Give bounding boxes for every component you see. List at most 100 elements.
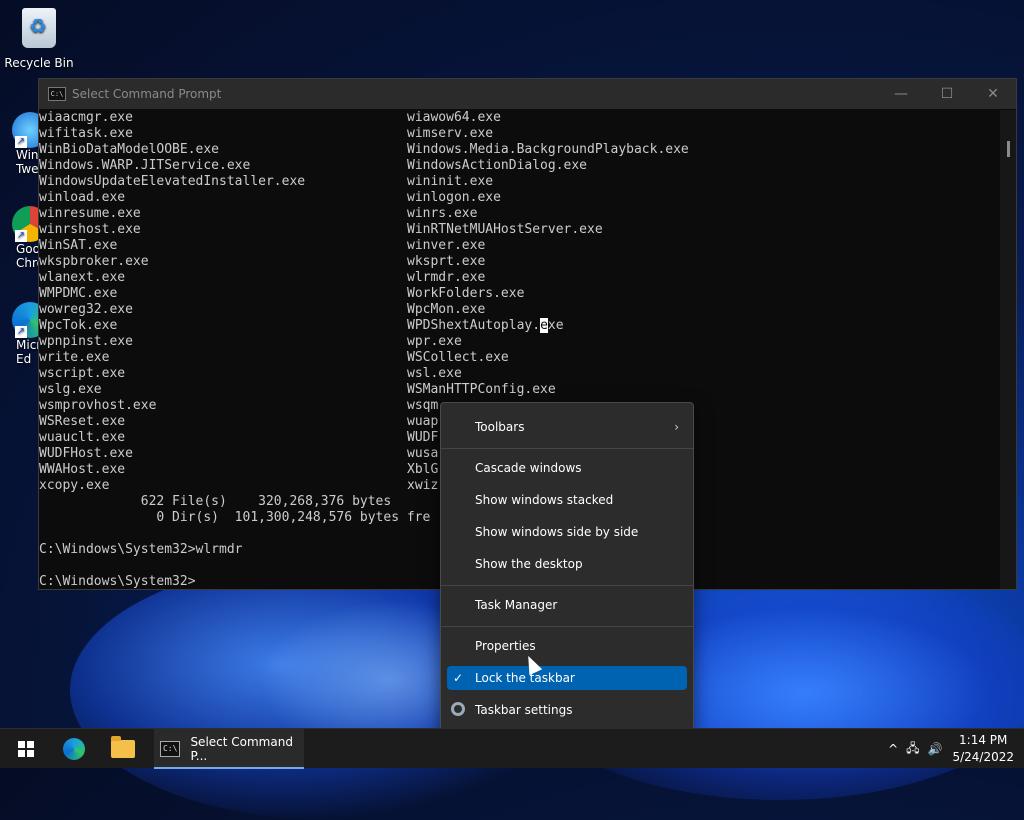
command-prompt-icon: C:\ — [160, 741, 181, 757]
menu-item-taskbar-settings[interactable]: Taskbar settings — [447, 698, 687, 722]
taskbar-edge-button[interactable] — [52, 729, 96, 769]
menu-item-label: Show windows side by side — [475, 525, 639, 539]
checkmark-icon: ✓ — [453, 671, 464, 685]
menu-item-show-windows-side-by-side[interactable]: Show windows side by side — [447, 520, 687, 544]
console-line: wslg.exe WSManHTTPConfig.exe — [39, 382, 1000, 398]
console-cell: wifitask.exe — [39, 126, 133, 141]
console-cell: wowreg32.exe — [39, 302, 133, 317]
console-cell: WindowsActionDialog.exe — [407, 158, 588, 173]
console-cell: wlanext.exe — [39, 270, 126, 285]
console-selection-cursor: e — [540, 318, 548, 333]
console-line: Windows.WARP.JITService.exe WindowsAction… — [39, 158, 1000, 174]
console-line: WinBioDataModelOOBE.exe Windows.Media.Bac… — [39, 142, 1000, 158]
volume-icon[interactable]: 🔊 — [928, 742, 943, 756]
start-button[interactable] — [8, 729, 44, 769]
console-cell: wininit.exe — [407, 174, 494, 189]
scrollbar-thumb[interactable] — [1007, 141, 1010, 157]
menu-item-label: Show the desktop — [475, 557, 583, 571]
console-line: wlanext.exe wlrmdr.exe — [39, 270, 1000, 286]
taskbar-app-label: Select Command P... — [190, 735, 293, 763]
menu-item-show-desktop[interactable]: Show the desktop — [447, 552, 687, 576]
recycle-bin-label: Recycle Bin — [4, 56, 74, 70]
shortcut-arrow-icon: ↗ — [15, 230, 27, 242]
console-cell: wsmprovhost.exe — [39, 398, 157, 413]
clock[interactable]: 1:14 PM 5/24/2022 — [952, 732, 1014, 766]
menu-item-toolbars[interactable]: Toolbars › — [447, 415, 687, 439]
console-cell: wimserv.exe — [407, 126, 494, 141]
console-cell: Windows.WARP.JITService.exe — [39, 158, 251, 173]
console-cell: winrs.exe — [407, 206, 478, 221]
taskbar-context-menu: Toolbars › Cascade windows Show windows … — [440, 402, 694, 734]
menu-item-label: Properties — [475, 639, 536, 653]
taskbar-command-prompt-button[interactable]: C:\ Select Command P... — [154, 729, 304, 769]
console-line: write.exe WSCollect.exe — [39, 350, 1000, 366]
windows-logo-icon — [18, 741, 34, 757]
console-cell: wiaacmgr.exe — [39, 110, 133, 125]
console-cell: wpr.exe — [407, 334, 462, 349]
menu-item-show-windows-stacked[interactable]: Show windows stacked — [447, 488, 687, 512]
console-scrollbar[interactable] — [1000, 110, 1016, 589]
console-line: wifitask.exe wimserv.exe — [39, 126, 1000, 142]
close-button[interactable]: ✕ — [970, 79, 1016, 109]
edge-icon — [63, 738, 85, 760]
console-cell: WSManHTTPConfig.exe — [407, 382, 556, 397]
console-cell: WSCollect.exe — [407, 350, 509, 365]
menu-item-label: Taskbar settings — [475, 703, 573, 717]
console-line: winload.exe winlogon.exe — [39, 190, 1000, 206]
console-cell: WorkFolders.exe — [407, 286, 525, 301]
network-icon[interactable]: 🖧 — [906, 739, 919, 760]
recycle-bin[interactable]: Recycle Bin — [1, 8, 77, 70]
console-cell: WpcTok.exe — [39, 318, 118, 333]
shortcut-arrow-icon: ↗ — [15, 136, 27, 148]
console-cell: winlogon.exe — [407, 190, 501, 205]
console-cell: wslg.exe — [39, 382, 102, 397]
minimize-button[interactable]: — — [878, 79, 924, 109]
console-cell: wpnpinst.exe — [39, 334, 133, 349]
console-cell: WSReset.exe — [39, 414, 126, 429]
recycle-bin-icon — [19, 8, 59, 52]
console-line: WindowsUpdateElevatedInstaller.exe winini… — [39, 174, 1000, 190]
taskbar[interactable]: C:\ Select Command P... ^ 🖧 🔊 1:14 PM 5/… — [0, 728, 1024, 769]
console-line: wowreg32.exe WpcMon.exe — [39, 302, 1000, 318]
window-title: Select Command Prompt — [72, 87, 222, 101]
console-cell: WinBioDataModelOOBE.exe — [39, 142, 220, 157]
console-cell: WinRTNetMUAHostServer.exe — [407, 222, 603, 237]
console-cell: wsl.exe — [407, 366, 462, 381]
taskbar-file-explorer-button[interactable] — [100, 729, 146, 769]
clock-time: 1:14 PM — [959, 733, 1008, 747]
menu-item-lock-taskbar[interactable]: ✓ Lock the taskbar — [447, 666, 687, 690]
menu-item-cascade-windows[interactable]: Cascade windows — [447, 456, 687, 480]
maximize-button[interactable]: ☐ — [924, 79, 970, 109]
console-cell: Windows.Media.BackgroundPlayback.exe — [407, 142, 689, 157]
menu-item-label: Cascade windows — [475, 461, 582, 475]
shortcut-arrow-icon: ↗ — [15, 326, 27, 338]
menu-item-label: Lock the taskbar — [475, 671, 575, 685]
console-cell: xcopy.exe — [39, 478, 110, 493]
console-line: wkspbroker.exe wksprt.exe — [39, 254, 1000, 270]
console-cell: WMPDMC.exe — [39, 286, 118, 301]
chevron-up-icon[interactable]: ^ — [888, 742, 898, 756]
console-cell: WinSAT.exe — [39, 238, 118, 253]
clock-date: 5/24/2022 — [952, 750, 1014, 764]
console-cell: wksprt.exe — [407, 254, 486, 269]
menu-separator — [441, 626, 693, 627]
console-cell: WWAHost.exe — [39, 462, 126, 477]
menu-item-task-manager[interactable]: Task Manager — [447, 593, 687, 617]
console-cell: wuauclt.exe — [39, 430, 126, 445]
console-cell: write.exe — [39, 350, 110, 365]
chevron-right-icon: › — [674, 420, 679, 434]
console-line: wpnpinst.exe wpr.exe — [39, 334, 1000, 350]
system-tray: ^ 🖧 🔊 1:14 PM 5/24/2022 — [884, 729, 1024, 769]
console-cell: wlrmdr.exe — [407, 270, 486, 285]
console-cell: winrshost.exe — [39, 222, 141, 237]
console-line: wscript.exe wsl.exe — [39, 366, 1000, 382]
menu-item-properties[interactable]: Properties — [447, 634, 687, 658]
console-cell: winver.exe — [407, 238, 486, 253]
console-cell: wkspbroker.exe — [39, 254, 149, 269]
console-line: WMPDMC.exe WorkFolders.exe — [39, 286, 1000, 302]
console-cell: WindowsUpdateElevatedInstaller.exe — [39, 174, 306, 189]
console-cell: WUDFHost.exe — [39, 446, 133, 461]
folder-icon — [111, 736, 135, 758]
window-titlebar[interactable]: C:\ Select Command Prompt — ☐ ✕ — [39, 79, 1016, 109]
console-line: WinSAT.exe winver.exe — [39, 238, 1000, 254]
